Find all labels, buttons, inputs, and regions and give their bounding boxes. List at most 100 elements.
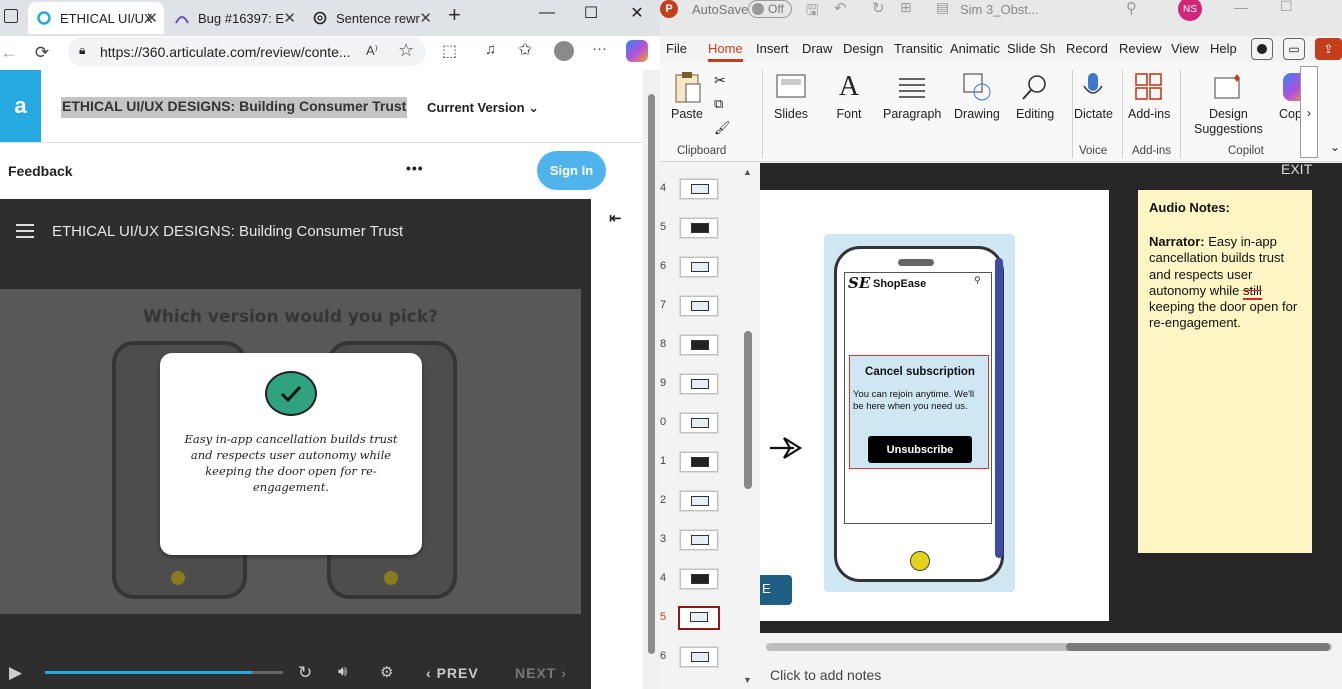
copilot-icon[interactable] (626, 40, 648, 62)
menu-view[interactable]: View (1171, 41, 1199, 56)
redo-icon[interactable]: ↻ (872, 0, 885, 17)
menu-record[interactable]: Record (1066, 41, 1108, 56)
undo-icon[interactable]: ↶ (834, 0, 847, 17)
slide-thumbnail[interactable] (680, 491, 718, 511)
more-menu-icon[interactable]: ··· (592, 40, 607, 57)
slide-thumbnail[interactable] (680, 647, 718, 667)
copy-icon[interactable]: ⧉ (714, 96, 723, 112)
refresh-button[interactable]: ⟳ (29, 40, 55, 66)
slide-thumbnail[interactable] (680, 179, 718, 199)
volume-icon[interactable]: 🔊︎ (338, 663, 347, 680)
format-painter-icon[interactable]: 🖌︎ (714, 120, 731, 136)
collapse-panel-icon[interactable]: ⇤ (609, 209, 622, 227)
maximize-button[interactable]: ☐ (568, 0, 614, 26)
next-button[interactable]: NEXT › (515, 665, 567, 681)
more-options-button[interactable]: ••• (406, 160, 424, 176)
cut-icon[interactable]: ✂ (714, 72, 726, 89)
addins-button[interactable]: Add-ins (1128, 70, 1170, 121)
new-tab-button[interactable]: + (448, 2, 461, 28)
slide-nav-tab[interactable]: E (760, 575, 792, 605)
profile-avatar[interactable] (554, 41, 574, 61)
slide-thumbnail[interactable] (680, 452, 718, 472)
slide-thumbnail[interactable] (680, 374, 718, 394)
favorite-star-icon[interactable]: ☆ (398, 40, 414, 61)
menu-review[interactable]: Review (1119, 41, 1162, 56)
record-icon[interactable] (1251, 38, 1273, 60)
scrollbar-thumb[interactable] (648, 94, 655, 654)
slide-thumbnail[interactable] (680, 296, 718, 316)
share-button[interactable]: ⇪ (1315, 38, 1342, 60)
minimize-button[interactable]: — (1234, 0, 1248, 15)
design-suggestions-button[interactable]: Design Suggestions (1194, 70, 1263, 137)
lock-icon[interactable]: 🔒︎ (79, 43, 85, 58)
sign-in-button[interactable]: Sign In (537, 151, 606, 190)
menu-hamburger-icon[interactable] (16, 224, 34, 242)
slide-thumbnail[interactable] (678, 606, 720, 630)
document-title[interactable]: Sim 3_Obst... (960, 2, 1039, 17)
unsubscribe-button[interactable]: Unsubscribe (868, 436, 972, 463)
autosave-toggle[interactable]: Off (748, 0, 792, 18)
slide-thumbnail[interactable] (680, 218, 718, 238)
scroll-up-icon[interactable]: ▲ (743, 167, 752, 177)
paragraph-button[interactable]: Paragraph (883, 70, 941, 121)
exit-label[interactable]: EXIT (1281, 163, 1312, 177)
menu-help[interactable]: Help (1210, 41, 1237, 56)
ribbon-expand-icon[interactable]: ⌄ (1330, 140, 1340, 154)
maximize-button[interactable]: ☐ (1280, 0, 1293, 15)
tab-actions-icon[interactable] (4, 9, 18, 23)
slides-button[interactable]: Slides (774, 70, 808, 121)
close-window-button[interactable]: ✕ (614, 0, 660, 26)
current-slide[interactable]: SE ShopEase ⚲ Cancel subscription You ca… (760, 190, 1109, 621)
thumbnail-scroll-thumb[interactable] (744, 331, 752, 489)
comments-icon[interactable]: ▭ (1283, 38, 1305, 60)
search-icon[interactable]: ⚲ (1126, 0, 1137, 17)
menu-transitions[interactable]: Transitic (894, 41, 943, 56)
horizontal-scroll-thumb[interactable] (1066, 643, 1330, 651)
tab-sentence[interactable]: Sentence rewr ✕ (304, 2, 438, 34)
menu-draw[interactable]: Draw (802, 41, 832, 56)
play-icon[interactable]: ▶ (9, 663, 22, 683)
font-button[interactable]: A Font (832, 70, 866, 121)
articulate-logo[interactable]: a (0, 70, 41, 142)
current-version-dropdown[interactable]: Current Version ⌄ (427, 100, 539, 116)
slide-thumbnail[interactable] (680, 569, 718, 589)
menu-animations[interactable]: Animatic (950, 41, 1000, 56)
page-scrollbar[interactable] (643, 70, 660, 689)
back-button[interactable]: ← (0, 40, 22, 66)
thumbnail-scrollbar[interactable]: ▲ ▼ (742, 163, 754, 689)
notes-placeholder[interactable]: Click to add notes (770, 667, 881, 683)
menu-slideshow[interactable]: Slide Sh (1007, 41, 1055, 56)
seek-bar[interactable] (45, 671, 283, 674)
menu-home[interactable]: Home (708, 41, 743, 62)
slide-thumbnail[interactable] (680, 257, 718, 277)
slide-thumbnail[interactable] (680, 413, 718, 433)
close-tab-icon[interactable]: ✕ (419, 9, 432, 27)
drawing-button[interactable]: Drawing (954, 70, 1000, 121)
ribbon-scroll-right[interactable]: › (1300, 66, 1318, 158)
media-icon[interactable]: ♫ (485, 41, 496, 58)
prev-button[interactable]: ‹ PREV (426, 665, 479, 681)
settings-icon[interactable]: ⚙ (380, 663, 393, 681)
customize-icon[interactable]: ▤ (936, 0, 949, 16)
scroll-down-icon[interactable]: ▼ (743, 675, 752, 685)
replay-icon[interactable]: ↻ (298, 663, 312, 683)
tab-bug[interactable]: Bug #16397: E ✕ (166, 2, 302, 34)
menu-insert[interactable]: Insert (756, 41, 789, 56)
dictate-button[interactable]: Dictate (1074, 70, 1113, 121)
minimize-button[interactable]: — (524, 0, 570, 26)
close-tab-icon[interactable]: ✕ (283, 9, 296, 27)
extensions-icon[interactable]: ⬚ (442, 41, 457, 61)
paste-button[interactable]: Paste (670, 70, 704, 121)
read-aloud-icon[interactable]: A⁾ (366, 43, 378, 59)
favorites-icon[interactable]: ✩ (518, 40, 532, 60)
slide-thumbnail[interactable] (680, 335, 718, 355)
presenter-icon[interactable]: ⊞ (900, 0, 912, 16)
menu-file[interactable]: File (666, 41, 687, 56)
save-icon[interactable]: 🖫︎ (806, 0, 819, 25)
horizontal-scrollbar[interactable] (766, 643, 1332, 651)
menu-design[interactable]: Design (843, 41, 883, 56)
editing-button[interactable]: Editing (1016, 70, 1054, 121)
slide-thumbnail[interactable] (680, 530, 718, 550)
user-avatar[interactable]: NS (1178, 0, 1202, 21)
tab-ethical[interactable]: ETHICAL UI/UX ✕ (28, 2, 164, 34)
